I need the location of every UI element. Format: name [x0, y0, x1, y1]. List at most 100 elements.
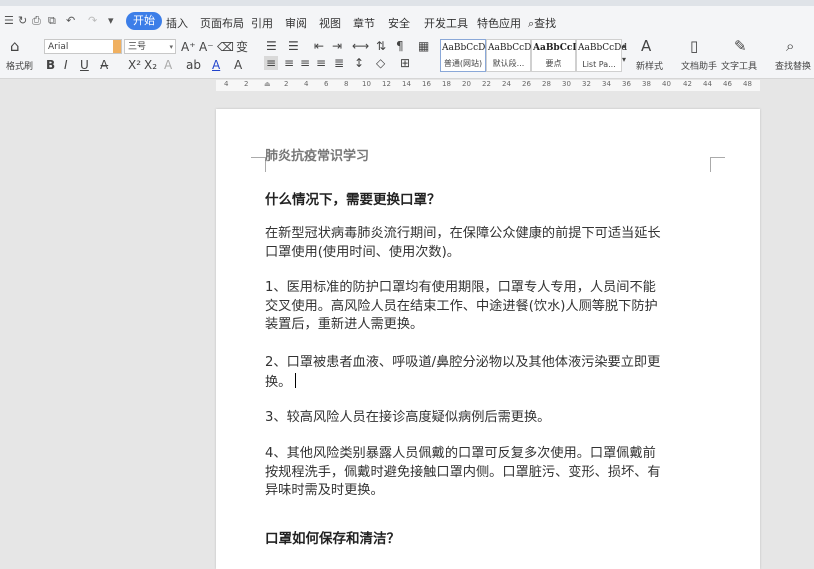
format-painter-label[interactable]: 格式刷 — [6, 59, 33, 72]
shrink-font-icon[interactable]: A⁻ — [199, 40, 214, 54]
strikethrough-icon[interactable]: A̶ — [100, 58, 108, 72]
tab-insert[interactable]: 插入 — [166, 15, 188, 31]
sort-icon[interactable]: ⇅ — [376, 39, 386, 53]
line-spacing-icon[interactable]: ↕ — [354, 56, 364, 70]
clear-format-icon[interactable]: ⌫ — [217, 40, 234, 54]
ruler-tick: 44 — [703, 80, 712, 88]
align-center-icon[interactable]: ≡ — [284, 56, 294, 70]
style-list-paragraph[interactable]: AaBbCcDd List Pa... — [576, 39, 627, 72]
ruler-indent-marker[interactable]: ⏏ — [264, 80, 271, 88]
tab-home[interactable]: 开始 — [126, 12, 162, 30]
paragraph-2: 1、医用标准的防护口罩均有使用期限，口罩专人专用，人员间不能 交叉使用。高风险人… — [265, 279, 710, 335]
undo-icon[interactable]: ↶ — [66, 14, 75, 27]
redo-icon[interactable]: ↷ — [88, 14, 97, 27]
text-tools-icon[interactable]: ✎ — [734, 39, 747, 54]
styles-scroll-icon[interactable]: ▴ ▾ — [622, 39, 626, 67]
text-line: 换。 — [265, 374, 292, 390]
tab-references[interactable]: 引用 — [251, 15, 273, 31]
decrease-indent-icon[interactable]: ⇤ — [314, 39, 324, 53]
redo-history-icon[interactable]: ↻ — [18, 14, 27, 27]
italic-icon[interactable]: I — [64, 58, 68, 72]
shading-icon[interactable]: ◇ — [376, 56, 385, 70]
style-name: List Pa... — [582, 60, 616, 69]
new-style-icon[interactable]: A — [641, 39, 651, 54]
style-default-paragraph[interactable]: AaBbCcDd 默认段... — [486, 39, 537, 72]
table-icon[interactable]: ▦ — [418, 39, 429, 53]
document-title: 肺炎抗疫常识学习 — [265, 149, 370, 164]
paragraph-3: 2、口罩被患者血液、呼吸道/鼻腔分泌物以及其他体液污染要立即更 换。 — [265, 354, 710, 392]
document-page[interactable]: 肺炎抗疫常识学习 什么情况下，需要更换口罩？ 在新型冠状病毒肺炎流行期间，在保障… — [216, 109, 760, 569]
find-replace-label[interactable]: 查找替换 — [775, 59, 811, 72]
text-line: 3、较高风险人员在接诊高度疑似病例后需更换。 — [265, 410, 551, 425]
save-icon[interactable]: ☰ — [4, 14, 14, 27]
bold-icon[interactable]: B — [46, 58, 55, 72]
tab-chapter[interactable]: 章节 — [353, 15, 375, 31]
show-hide-marks-icon[interactable]: ¶ — [396, 39, 404, 53]
ruler-tick: 38 — [642, 80, 651, 88]
highlight-icon[interactable]: ab — [186, 58, 201, 72]
increase-indent-icon[interactable]: ⇥ — [332, 39, 342, 53]
align-left-icon[interactable]: ≡ — [264, 56, 279, 70]
align-right-icon[interactable]: ≡ — [300, 56, 310, 70]
ruler-tick: 42 — [683, 80, 692, 88]
doc-assistant-icon[interactable]: ▯ — [690, 39, 698, 54]
style-name: 要点 — [545, 59, 562, 68]
tab-security[interactable]: 安全 — [388, 15, 410, 31]
ruler-tick: 46 — [723, 80, 732, 88]
font-color-icon[interactable]: A — [212, 58, 220, 72]
format-painter-icon[interactable]: ⌂ — [10, 39, 20, 54]
ruler-tick: 14 — [402, 80, 411, 88]
ruler-tick: 28 — [542, 80, 551, 88]
font-name-dropdown-icon[interactable] — [113, 40, 121, 53]
style-preview: AaBbCcDd — [578, 43, 628, 53]
style-name: 默认段... — [492, 59, 525, 68]
style-normal-web[interactable]: AaBbCcDd 普通(网站) — [440, 39, 491, 72]
tab-developer-tools[interactable]: 开发工具 — [424, 15, 468, 31]
justify-icon[interactable]: ≡ — [316, 56, 326, 70]
tab-special-apps[interactable]: 特色应用 — [477, 15, 521, 31]
borders-icon[interactable]: ⊞ — [400, 56, 410, 70]
print-icon[interactable]: ⎙ — [32, 14, 41, 28]
tab-page-layout[interactable]: 页面布局 — [200, 15, 244, 31]
ruler-tick: 36 — [622, 80, 631, 88]
chevron-down-icon[interactable]: ▾ — [108, 14, 114, 27]
doc-assistant-label[interactable]: 文档助手 — [681, 59, 717, 72]
underline-icon[interactable]: U — [80, 58, 89, 72]
superscript-icon[interactable]: X² — [128, 58, 141, 72]
new-style-label[interactable]: 新样式 — [636, 59, 663, 72]
subscript-icon[interactable]: X₂ — [144, 58, 157, 72]
style-key-points[interactable]: AaBbCcDd 要点 — [531, 39, 586, 72]
ruler-tick: 24 — [502, 80, 511, 88]
search-label: 查找 — [534, 17, 557, 30]
find-icon[interactable]: ⌕ — [786, 39, 794, 54]
print-preview-icon[interactable]: ⧉ — [48, 14, 56, 28]
text-line: 装置后，重新进人需更换。 — [265, 317, 424, 332]
ruler-tick: 18 — [442, 80, 451, 88]
horizontal-ruler[interactable]: 4 2 ⏏ 2 4 6 8 10 12 14 16 18 20 22 24 26… — [0, 79, 814, 92]
text-line: 交叉使用。高风险人员在结束工作、中途进餐(饮水)人厕等脱下防护 — [265, 298, 658, 314]
tab-review[interactable]: 审阅 — [285, 15, 307, 31]
ruler-tick: 30 — [562, 80, 571, 88]
ruler-tick: 32 — [582, 80, 591, 88]
chinese-layout-icon[interactable]: ⟷ — [352, 39, 369, 53]
text-tools-label[interactable]: 文字工具 — [721, 59, 757, 72]
font-size-select[interactable]: 三号 ▾ — [124, 39, 176, 54]
grow-font-icon[interactable]: A⁺ — [181, 40, 196, 54]
text-effect-icon[interactable]: A — [164, 58, 172, 72]
ruler-tick: 26 — [522, 80, 531, 88]
numbered-list-icon[interactable]: ☰ — [288, 39, 299, 53]
tab-view[interactable]: 视图 — [319, 15, 341, 31]
text-line: 口罩使用(使用时间、使用次数)。 — [265, 244, 460, 260]
menu-bar: ☰ ↻ ⎙ ⧉ ↶ ↷ ▾ 开始 插入 页面布局 引用 审阅 视图 章节 安全 … — [0, 6, 814, 36]
font-name-select[interactable]: Arial — [44, 39, 122, 54]
paragraph-5: 4、其他风险类别暴露人员佩戴的口罩可反复多次使用。口罩佩戴前 按规程洗手，佩戴时… — [265, 445, 710, 501]
paragraph-4: 3、较高风险人员在接诊高度疑似病例后需更换。 — [265, 409, 710, 428]
bullet-list-icon[interactable]: ☰ — [266, 39, 277, 53]
search-button[interactable]: ⌕查找 — [528, 15, 556, 31]
text-line: 2、口罩被患者血液、呼吸道/鼻腔分泌物以及其他体液污染要立即更 — [265, 355, 661, 370]
ruler-tick: 10 — [362, 80, 371, 88]
distributed-icon[interactable]: ≣ — [334, 56, 344, 70]
phonetic-guide-icon[interactable]: 变 — [236, 40, 248, 54]
character-shading-icon[interactable]: A — [234, 58, 242, 72]
ruler-tick: 40 — [662, 80, 671, 88]
